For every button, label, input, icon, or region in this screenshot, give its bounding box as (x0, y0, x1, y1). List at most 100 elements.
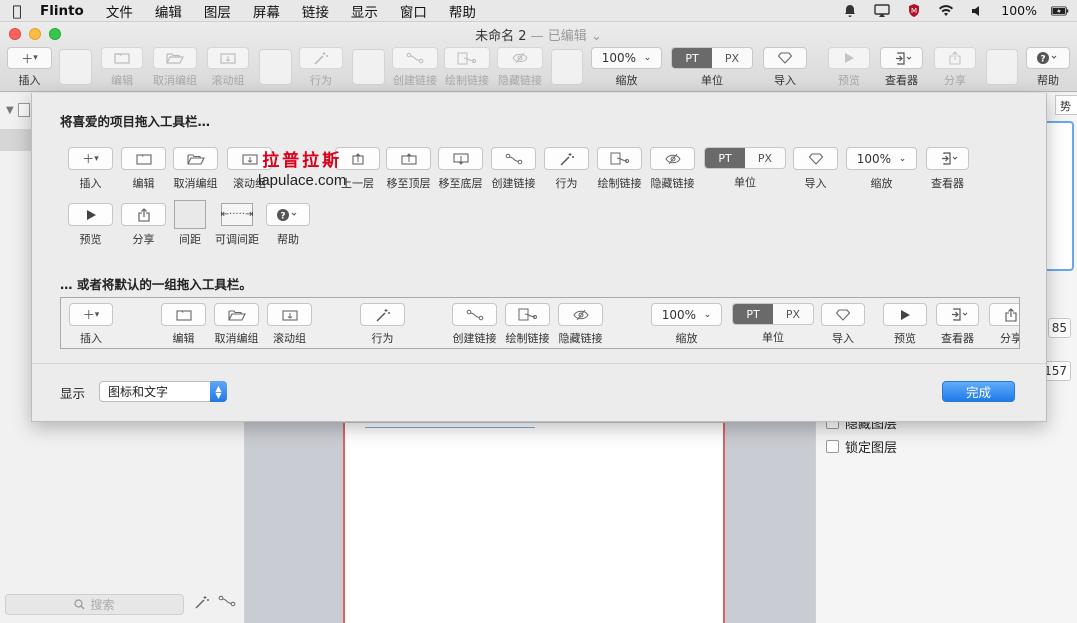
palette-behavior[interactable]: 行为 (544, 147, 589, 191)
default-preview: 预览 (883, 303, 927, 346)
palette-edit-label: 编辑 (132, 177, 155, 190)
unit-segmented: PT PX (671, 47, 753, 69)
menu-window[interactable]: 窗口 (389, 1, 438, 21)
menu-edit[interactable]: 编辑 (144, 1, 193, 21)
toolbar-import[interactable]: 导入 (763, 47, 807, 88)
share-icon (989, 303, 1019, 326)
show-mode-select[interactable]: 图标和文字 ▲ ▼ (99, 381, 227, 402)
chevron-down-icon: ⌄ (703, 309, 712, 320)
default-edit-label: 编辑 (172, 332, 195, 345)
toolbar-insert[interactable]: ＋ ▾ 插入 (7, 47, 52, 88)
share-icon (121, 203, 166, 226)
battery-percent: 100% (1001, 3, 1037, 18)
palette-up-layer[interactable]: 上一层 (335, 147, 380, 191)
palette-ungroup[interactable]: 取消编组 (173, 147, 218, 191)
menu-link[interactable]: 链接 (291, 1, 340, 21)
palette-to-bottom[interactable]: 移至底层 (438, 147, 483, 191)
selected-shape-edge[interactable] (365, 427, 535, 428)
link-curve-icon[interactable] (218, 595, 236, 607)
magic-wand-icon (299, 47, 343, 69)
folder-icon (161, 303, 206, 326)
lock-layer-box[interactable] (826, 440, 839, 453)
eye-slash-icon (558, 303, 603, 326)
palette-preview[interactable]: 预览 (68, 203, 113, 247)
toolbar-create-link[interactable]: 创建链接 (392, 47, 438, 88)
toolbar-viewer[interactable]: 查看器 (880, 47, 923, 88)
default-share: 分享 (989, 303, 1019, 346)
default-toolbar-set[interactable]: ＋ ▾ 插入 编辑 取消编组 滚动组 行为 创建链接 绘制链接 隐藏链接 100… (60, 297, 1020, 349)
volume-icon[interactable] (969, 4, 987, 18)
palette-help[interactable]: ? 帮助 (266, 203, 310, 247)
folder-icon (101, 47, 143, 69)
send-to-back-icon (438, 147, 483, 170)
palette-to-top[interactable]: 移至顶层 (386, 147, 431, 191)
palette-hide-link[interactable]: 隐藏链接 (650, 147, 695, 191)
wifi-icon[interactable] (937, 4, 955, 18)
toolbar-scroll-group[interactable]: 滚动组 (207, 47, 249, 88)
menu-app-flinto[interactable]: Flinto (34, 3, 95, 19)
palette-share[interactable]: 分享 (121, 203, 166, 247)
notification-bell-icon[interactable] (841, 4, 859, 18)
palette-import-label: 导入 (804, 177, 827, 190)
palette-insert[interactable]: ＋ ▾ 插入 (68, 147, 113, 191)
unit-pt-option: PT (705, 148, 745, 168)
toolbar-help[interactable]: ? 帮助 (1026, 47, 1070, 88)
toolbar-zoom[interactable]: 100% ⌄ 缩放 (591, 47, 662, 88)
unit-px-option[interactable]: PX (712, 48, 752, 68)
open-folder-icon (153, 47, 197, 69)
link-curve-icon (392, 47, 438, 69)
inspector-value-1[interactable]: 85 (1047, 318, 1071, 338)
toolbar-share[interactable]: 分享 (934, 47, 976, 88)
menu-view[interactable]: 显示 (340, 1, 389, 21)
battery-charging-icon[interactable] (1051, 4, 1069, 18)
bring-to-front-icon (386, 147, 431, 170)
palette-space[interactable]: 间距 (174, 200, 206, 247)
artboard-screen[interactable] (343, 423, 725, 623)
toolbar-hide-link[interactable]: 隐藏链接 (497, 47, 543, 88)
security-shield-icon[interactable]: M (905, 4, 923, 18)
toolbar-edit[interactable]: 编辑 (101, 47, 143, 88)
toolbar-import-label: 导入 (774, 74, 796, 87)
palette-scroll-group-label: 滚动组 (233, 177, 266, 190)
unit-px-option: PX (757, 151, 773, 165)
toolbar-behavior[interactable]: 行为 (299, 47, 343, 88)
palette-draw-link[interactable]: 绘制链接 (597, 147, 642, 191)
palette-edit[interactable]: 编辑 (121, 147, 166, 191)
toolbar-space (986, 49, 1018, 85)
share-icon (934, 47, 976, 69)
search-input[interactable]: 搜索 (5, 594, 184, 615)
palette-zoom-label: 缩放 (870, 177, 893, 190)
apple-menu-icon[interactable]:  (0, 2, 34, 20)
menu-help[interactable]: 帮助 (438, 1, 487, 21)
menu-screen[interactable]: 屏幕 (242, 1, 291, 21)
help-circle-icon: ? (1026, 47, 1070, 69)
palette-viewer[interactable]: 查看器 (926, 147, 969, 191)
lock-layer-checkbox[interactable]: 锁定图层 (826, 437, 897, 456)
unit-pt-option[interactable]: PT (672, 48, 712, 68)
toolbar-ungroup-label: 取消编组 (153, 74, 197, 87)
window-title[interactable]: 未命名 2 — 已编辑 ⌄ (0, 25, 1077, 44)
menu-layer[interactable]: 图层 (193, 1, 242, 21)
palette-import[interactable]: 导入 (793, 147, 838, 191)
airplay-icon[interactable] (873, 3, 891, 18)
magic-wand-icon[interactable] (194, 595, 210, 609)
palette-unit[interactable]: PT PX 单位 (704, 147, 786, 190)
default-set-heading: … 或者将默认的一组拖入工具栏。 (60, 277, 252, 292)
palette-zoom[interactable]: 100% ⌄ 缩放 (846, 147, 917, 191)
plus-icon[interactable]: ＋ ▾ (7, 47, 52, 69)
toolbar-help-label: 帮助 (1037, 74, 1059, 87)
viewer-icon (936, 303, 979, 326)
toolbar-draw-link[interactable]: 绘制链接 (444, 47, 490, 88)
palette-flexible-space[interactable]: ⇤·····⇥ 可调间距 (215, 203, 259, 247)
palette-scroll-group[interactable]: 滚动组 (227, 147, 272, 191)
menu-file[interactable]: 文件 (95, 1, 144, 21)
done-button[interactable]: 完成 (942, 381, 1015, 402)
toolbar-ungroup[interactable]: 取消编组 (153, 47, 197, 88)
help-circle-icon: ? (266, 203, 310, 226)
zoom-select[interactable]: 100% ⌄ (591, 47, 662, 69)
disclosure-triangle-icon[interactable]: ▼ (6, 105, 14, 116)
dropdown-fragment[interactable]: 势 (1055, 95, 1077, 115)
palette-create-link[interactable]: 创建链接 (491, 147, 536, 191)
toolbar-preview[interactable]: 预览 (828, 47, 870, 88)
default-unit-label: 单位 (762, 331, 784, 344)
